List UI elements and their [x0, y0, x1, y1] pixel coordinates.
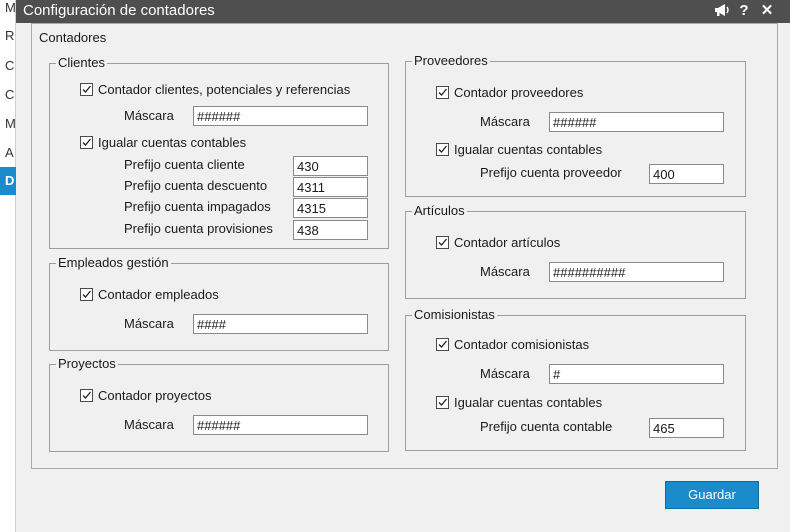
- save-button[interactable]: Guardar: [665, 481, 759, 509]
- background-sidebar-item[interactable]: A: [5, 145, 16, 160]
- empleados-mascara-label: Máscara: [124, 316, 174, 331]
- prefijo-cuenta-cliente-label: Prefijo cuenta cliente: [124, 157, 245, 172]
- dialog-title: Configuración de contadores: [23, 2, 215, 19]
- contador-proveedores-label: Contador proveedores: [454, 85, 584, 100]
- proveedores-mascara-input[interactable]: [549, 112, 724, 132]
- contador-empleados-checkbox[interactable]: [80, 288, 93, 301]
- contador-empleados-checkbox-row[interactable]: Contador empleados: [80, 286, 219, 304]
- contador-proveedores-checkbox-row[interactable]: Contador proveedores: [436, 84, 583, 102]
- prefijo-cuenta-contable-label: Prefijo cuenta contable: [480, 419, 613, 434]
- background-sidebar-item[interactable]: M: [5, 116, 16, 131]
- clientes-mascara-label: Máscara: [124, 108, 174, 123]
- background-sidebar-item[interactable]: R: [5, 28, 16, 43]
- clientes-legend: Clientes: [56, 55, 107, 71]
- empleados-mascara-input[interactable]: [193, 314, 368, 334]
- contador-articulos-checkbox-row[interactable]: Contador artículos: [436, 234, 560, 252]
- help-icon[interactable]: ?: [735, 2, 753, 20]
- proveedores-igualar-label: Igualar cuentas contables: [454, 142, 603, 157]
- contador-clientes-label: Contador clientes, potenciales y referen…: [98, 82, 351, 97]
- background-app-sidebar: M R C C M A D: [0, 0, 16, 532]
- proveedores-mascara-label: Máscara: [480, 114, 530, 129]
- articulos-group: Artículos Contador artículos Máscara: [405, 203, 746, 299]
- contador-proyectos-checkbox[interactable]: [80, 389, 93, 402]
- contador-clientes-checkbox-row[interactable]: Contador clientes, potenciales y referen…: [80, 81, 350, 99]
- prefijo-cuenta-descuento-label: Prefijo cuenta descuento: [124, 178, 268, 193]
- clientes-igualar-checkbox-row[interactable]: Igualar cuentas contables: [80, 134, 246, 152]
- clientes-igualar-label: Igualar cuentas contables: [98, 135, 247, 150]
- comisionistas-mascara-label: Máscara: [480, 366, 530, 381]
- contador-articulos-label: Contador artículos: [454, 235, 561, 250]
- prefijo-cuenta-impagados-label: Prefijo cuenta impagados: [124, 199, 271, 214]
- prefijo-cuenta-impagados-input[interactable]: [293, 198, 368, 218]
- proveedores-group: Proveedores Contador proveedores Máscara…: [405, 53, 746, 197]
- megaphone-icon[interactable]: [712, 2, 732, 20]
- articulos-mascara-label: Máscara: [480, 264, 530, 279]
- contador-comisionistas-checkbox[interactable]: [436, 338, 449, 351]
- close-icon[interactable]: ✕: [758, 2, 776, 20]
- articulos-mascara-input[interactable]: [549, 262, 724, 282]
- background-sidebar-item[interactable]: C: [5, 58, 16, 73]
- clientes-igualar-checkbox[interactable]: [80, 136, 93, 149]
- prefijo-cuenta-cliente-input[interactable]: [293, 156, 368, 176]
- prefijo-cuenta-provisiones-input[interactable]: [293, 220, 368, 240]
- comisionistas-legend: Comisionistas: [412, 307, 497, 323]
- contador-proyectos-label: Contador proyectos: [98, 388, 212, 403]
- contador-proveedores-checkbox[interactable]: [436, 86, 449, 99]
- counters-dialog: Configuración de contadores ? ✕ Contador…: [16, 0, 790, 532]
- prefijo-cuenta-proveedor-input[interactable]: [649, 164, 724, 184]
- prefijo-cuenta-provisiones-label: Prefijo cuenta provisiones: [124, 221, 273, 236]
- comisionistas-mascara-input[interactable]: [549, 364, 724, 384]
- comisionistas-igualar-checkbox-row[interactable]: Igualar cuentas contables: [436, 394, 602, 412]
- comisionistas-igualar-checkbox[interactable]: [436, 396, 449, 409]
- prefijo-cuenta-proveedor-label: Prefijo cuenta proveedor: [480, 165, 622, 180]
- proveedores-igualar-checkbox[interactable]: [436, 143, 449, 156]
- clientes-mascara-input[interactable]: [193, 106, 368, 126]
- empleados-group: Empleados gestión Contador empleados Más…: [49, 255, 389, 351]
- contador-articulos-checkbox[interactable]: [436, 236, 449, 249]
- proyectos-legend: Proyectos: [56, 356, 118, 372]
- contadores-legend: Contadores: [39, 30, 107, 45]
- proyectos-mascara-label: Máscara: [124, 417, 174, 432]
- proveedores-legend: Proveedores: [412, 53, 490, 69]
- dialog-titlebar[interactable]: Configuración de contadores ? ✕: [16, 0, 790, 23]
- prefijo-cuenta-contable-input[interactable]: [649, 418, 724, 438]
- contador-comisionistas-checkbox-row[interactable]: Contador comisionistas: [436, 336, 589, 354]
- contador-comisionistas-label: Contador comisionistas: [454, 337, 590, 352]
- contador-empleados-label: Contador empleados: [98, 287, 219, 302]
- comisionistas-group: Comisionistas Contador comisionistas Más…: [405, 307, 746, 451]
- background-sidebar-item-active[interactable]: D: [0, 167, 16, 195]
- articulos-legend: Artículos: [412, 203, 467, 219]
- contador-clientes-checkbox[interactable]: [80, 83, 93, 96]
- background-sidebar-item[interactable]: M: [5, 0, 16, 15]
- contador-proyectos-checkbox-row[interactable]: Contador proyectos: [80, 387, 211, 405]
- proyectos-mascara-input[interactable]: [193, 415, 368, 435]
- contadores-panel: Contadores Clientes Contador clientes, p…: [31, 23, 778, 469]
- comisionistas-igualar-label: Igualar cuentas contables: [454, 395, 603, 410]
- background-sidebar-item[interactable]: C: [5, 87, 16, 102]
- proveedores-igualar-checkbox-row[interactable]: Igualar cuentas contables: [436, 141, 602, 159]
- proyectos-group: Proyectos Contador proyectos Máscara: [49, 356, 389, 452]
- empleados-legend: Empleados gestión: [56, 255, 171, 271]
- prefijo-cuenta-descuento-input[interactable]: [293, 177, 368, 197]
- clientes-group: Clientes Contador clientes, potenciales …: [49, 55, 389, 249]
